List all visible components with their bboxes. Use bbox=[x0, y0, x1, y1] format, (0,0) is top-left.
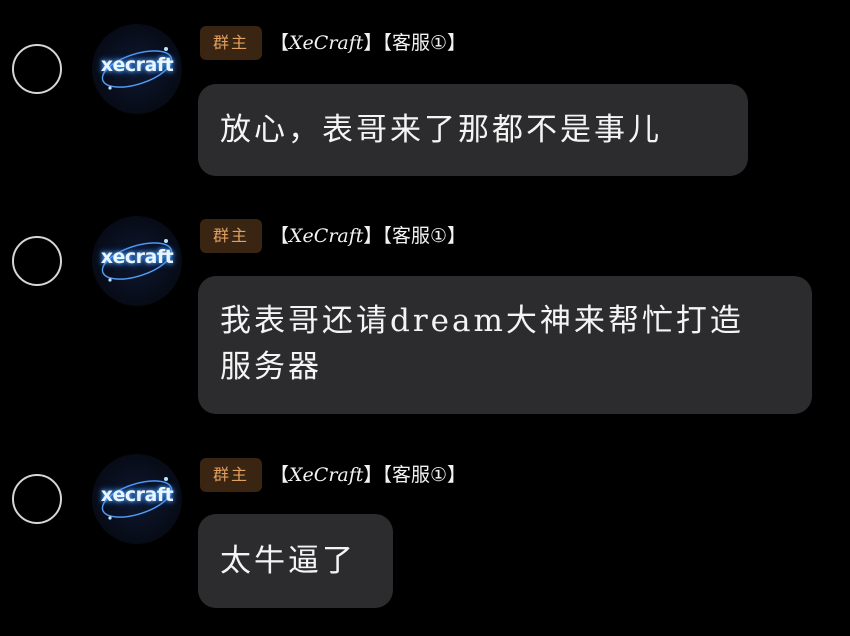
bracket-open: 【 bbox=[382, 32, 392, 54]
bracket-close: 】 bbox=[446, 464, 466, 486]
chat-message-list: xecraft 群主 【XeCraft】【客服①】 放心，表哥来了那都不是事儿 … bbox=[0, 0, 850, 636]
message-bubble[interactable]: 我表哥还请dream大神来帮忙打造 服务器 bbox=[198, 276, 812, 414]
select-circle-icon[interactable] bbox=[12, 474, 62, 524]
bracket-close: 】 bbox=[363, 225, 383, 247]
bracket-open: 【 bbox=[270, 32, 290, 54]
bracket-open: 【 bbox=[270, 464, 290, 486]
sender-title: 【XeCraft】【客服①】 bbox=[270, 219, 466, 253]
chat-message: xecraft 群主 【XeCraft】【客服①】 我表哥还请dream大神来帮… bbox=[0, 190, 850, 430]
chat-message: xecraft 群主 【XeCraft】【客服①】 放心，表哥来了那都不是事儿 bbox=[0, 0, 850, 190]
sender-role: 客服① bbox=[391, 32, 447, 54]
owner-badge: 群主 bbox=[200, 26, 262, 60]
bracket-open: 【 bbox=[382, 225, 392, 247]
message-bubble[interactable]: 放心，表哥来了那都不是事儿 bbox=[198, 84, 748, 176]
bracket-open: 【 bbox=[382, 464, 392, 486]
bracket-close: 】 bbox=[446, 32, 466, 54]
message-text: 太牛逼了 bbox=[220, 543, 356, 579]
message-bubble[interactable]: 太牛逼了 bbox=[198, 514, 393, 608]
sender-title: 【XeCraft】【客服①】 bbox=[270, 458, 466, 492]
sender-name: XeCraft bbox=[289, 32, 364, 54]
bracket-close: 】 bbox=[363, 32, 383, 54]
avatar[interactable]: xecraft bbox=[92, 24, 182, 114]
sender-role: 客服① bbox=[391, 464, 447, 486]
bracket-open: 【 bbox=[270, 225, 290, 247]
avatar-logo-text: xecraft bbox=[100, 484, 174, 506]
select-circle-icon[interactable] bbox=[12, 44, 62, 94]
sender-name: XeCraft bbox=[289, 464, 364, 486]
avatar-logo-text: xecraft bbox=[100, 54, 174, 76]
bracket-close: 】 bbox=[363, 464, 383, 486]
avatar[interactable]: xecraft bbox=[92, 216, 182, 306]
avatar[interactable]: xecraft bbox=[92, 454, 182, 544]
owner-badge: 群主 bbox=[200, 458, 262, 492]
sender-role: 客服① bbox=[391, 225, 447, 247]
sender-name: XeCraft bbox=[289, 225, 364, 247]
message-text: 放心，表哥来了那都不是事儿 bbox=[220, 112, 662, 148]
select-circle-icon[interactable] bbox=[12, 236, 62, 286]
owner-badge: 群主 bbox=[200, 219, 262, 253]
message-text-line: 服务器 bbox=[220, 349, 322, 385]
chat-message: xecraft 群主 【XeCraft】【客服①】 太牛逼了 bbox=[0, 430, 850, 636]
bracket-close: 】 bbox=[446, 225, 466, 247]
avatar-logo-text: xecraft bbox=[100, 246, 174, 268]
sender-title: 【XeCraft】【客服①】 bbox=[270, 26, 466, 60]
message-text-line: 我表哥还请dream大神来帮忙打造 bbox=[220, 303, 744, 339]
